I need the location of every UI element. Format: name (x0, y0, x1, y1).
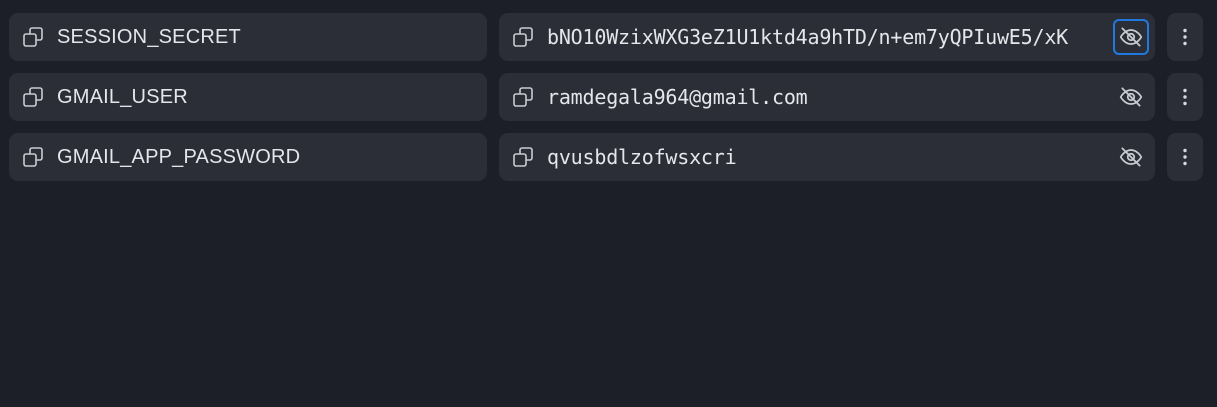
eye-off-icon (1119, 87, 1143, 107)
env-key-field[interactable]: GMAIL_USER (9, 73, 487, 121)
row-menu-button[interactable] (1167, 13, 1203, 61)
kebab-menu-icon (1173, 25, 1197, 49)
copy-icon[interactable] (511, 145, 535, 169)
env-key-field[interactable]: SESSION_SECRET (9, 13, 487, 61)
eye-off-icon (1119, 27, 1143, 47)
env-key-text: GMAIL_USER (57, 86, 188, 108)
env-value-field[interactable]: qvusbdlzofwsxcri (499, 133, 1155, 181)
env-value-field[interactable]: bNO10WzixWXG3eZ1U1ktd4a9hTD/n+em7yQPIuwE… (499, 13, 1155, 61)
toggle-visibility-button[interactable] (1113, 79, 1149, 115)
env-value-text: qvusbdlzofwsxcri (547, 145, 737, 169)
env-value-text: ramdegala964@gmail.com (547, 85, 808, 109)
env-value-field[interactable]: ramdegala964@gmail.com (499, 73, 1155, 121)
copy-icon[interactable] (511, 25, 535, 49)
env-var-row: GMAIL_APP_PASSWORD qvusbdlzofwsxcri (9, 133, 1203, 181)
toggle-visibility-button[interactable] (1113, 19, 1149, 55)
row-menu-button[interactable] (1167, 73, 1203, 121)
env-var-row: GMAIL_USER ramdegala964@gmail.com (9, 73, 1203, 121)
row-menu-button[interactable] (1167, 133, 1203, 181)
env-key-text: SESSION_SECRET (57, 26, 241, 48)
eye-off-icon (1119, 147, 1143, 167)
env-value-text: bNO10WzixWXG3eZ1U1ktd4a9hTD/n+em7yQPIuwE… (547, 25, 1069, 49)
env-var-row: SESSION_SECRET bNO10WzixWXG3eZ1U1ktd4a9h… (9, 13, 1203, 61)
copy-icon[interactable] (511, 85, 535, 109)
toggle-visibility-button[interactable] (1113, 139, 1149, 175)
copy-icon[interactable] (21, 25, 45, 49)
env-key-field[interactable]: GMAIL_APP_PASSWORD (9, 133, 487, 181)
env-key-text: GMAIL_APP_PASSWORD (57, 146, 301, 168)
env-var-list: SESSION_SECRET bNO10WzixWXG3eZ1U1ktd4a9h… (0, 0, 1217, 407)
kebab-menu-icon (1173, 85, 1197, 109)
copy-icon[interactable] (21, 145, 45, 169)
copy-icon[interactable] (21, 85, 45, 109)
kebab-menu-icon (1173, 145, 1197, 169)
